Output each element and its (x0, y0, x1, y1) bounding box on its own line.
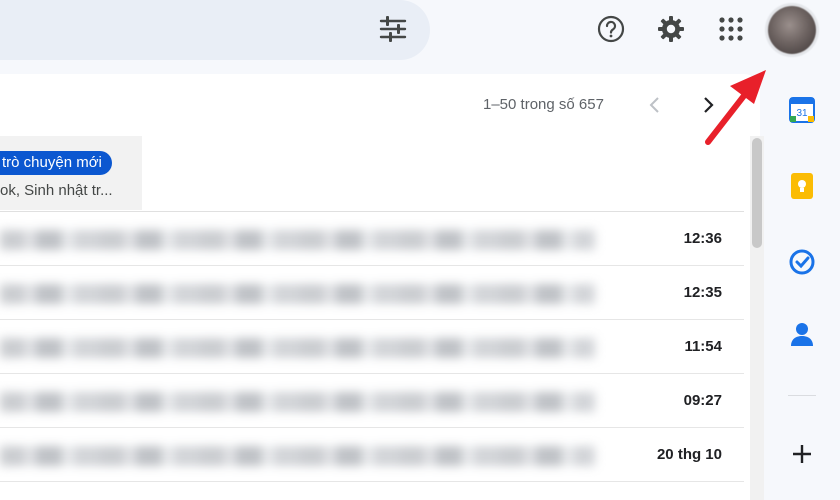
keep-icon[interactable] (788, 172, 816, 200)
inbox-scrollbar[interactable] (750, 136, 764, 500)
side-panel (764, 74, 840, 500)
blurred-email-preview (0, 392, 595, 412)
blurred-email-preview (0, 284, 595, 304)
side-panel-divider (788, 395, 816, 396)
tasks-icon[interactable] (788, 248, 816, 276)
pagination-range: 1–50 trong số 657 (483, 96, 604, 113)
help-icon[interactable] (594, 12, 628, 46)
email-row[interactable]: 20 thg 10 (0, 428, 744, 482)
svg-text:31: 31 (796, 108, 808, 119)
email-row[interactable]: 12:35 (0, 266, 744, 320)
previous-page-chevron-left-icon[interactable] (643, 93, 667, 117)
email-row[interactable]: 12:36 (0, 212, 744, 266)
calendar-icon[interactable]: 31 (788, 96, 816, 124)
settings-gear-icon[interactable] (654, 12, 688, 46)
search-options-tune-icon[interactable] (376, 14, 410, 44)
scrollbar-thumb[interactable] (752, 138, 762, 248)
email-time: 12:35 (683, 284, 722, 301)
blurred-email-preview (0, 230, 595, 250)
account-avatar[interactable] (768, 6, 816, 54)
email-time: 12:36 (683, 230, 722, 247)
new-chat-chip[interactable]: trò chuyện mới (0, 151, 112, 175)
email-time: 11:54 (684, 338, 722, 355)
red-pointer-arrow (705, 70, 766, 145)
email-time: 20 thg 10 (656, 446, 722, 463)
contacts-icon[interactable] (788, 320, 816, 348)
email-row[interactable]: 09:27 (0, 374, 744, 428)
blurred-email-preview (0, 338, 595, 358)
promo-subtitle: ok, Sinh nhật tr... (0, 182, 113, 199)
add-icon[interactable] (788, 440, 816, 468)
email-row[interactable]: 11:54 (0, 320, 744, 374)
google-apps-grid-icon[interactable] (714, 12, 748, 46)
email-time: 09:27 (683, 392, 722, 409)
blurred-email-preview (0, 446, 595, 466)
search-bar[interactable] (0, 0, 430, 60)
